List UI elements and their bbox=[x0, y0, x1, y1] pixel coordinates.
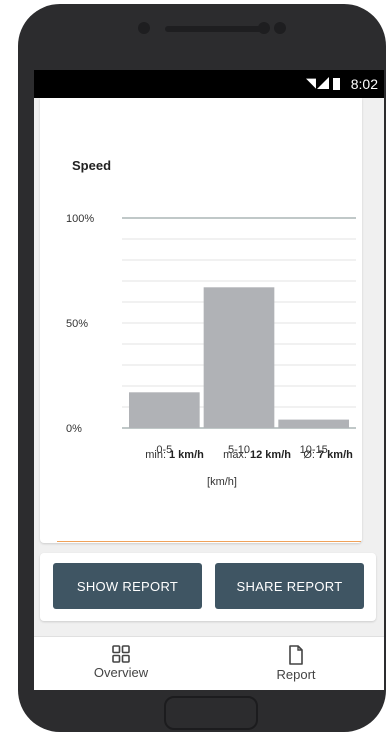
bar bbox=[278, 419, 349, 428]
bottom-nav: Overview Report bbox=[34, 636, 384, 690]
status-time: 8:02 bbox=[350, 76, 378, 92]
home-button[interactable] bbox=[164, 696, 258, 730]
signal-icon bbox=[317, 77, 329, 89]
actions-card: SHOW REPORT SHARE REPORT bbox=[40, 553, 376, 621]
document-icon bbox=[289, 645, 303, 665]
front-camera bbox=[138, 22, 150, 34]
speed-card: Speed 0% 50% 100% 0-5 5-10 10-15 min: 1 km/h… bbox=[40, 98, 362, 543]
battery-icon bbox=[333, 78, 340, 90]
sensor-2 bbox=[274, 22, 286, 34]
wifi-icon: ◥ bbox=[306, 75, 316, 90]
status-bar: ◥ 8:02 bbox=[34, 70, 384, 98]
grid-icon bbox=[112, 645, 130, 663]
speaker bbox=[165, 26, 265, 32]
stat-avg-value: 7 km/h bbox=[318, 449, 353, 461]
show-report-button[interactable]: SHOW REPORT bbox=[53, 563, 202, 609]
stat-max-label: max: bbox=[223, 449, 247, 461]
bar bbox=[203, 287, 275, 428]
sensor bbox=[258, 22, 270, 34]
nav-report[interactable]: Report bbox=[251, 645, 341, 682]
stat-avg-label: Ø: bbox=[303, 449, 315, 461]
screen: ◥ 8:02 Speed 0% 50% 100% 0-5 5-10 10-15 min:… bbox=[34, 70, 384, 690]
divider bbox=[57, 541, 361, 542]
unit-label: [km/h] bbox=[207, 476, 237, 488]
y-tick-label: 100% bbox=[66, 213, 94, 225]
nav-overview[interactable]: Overview bbox=[76, 645, 166, 680]
nav-report-label: Report bbox=[276, 667, 316, 682]
speed-chart: 0%50%100% 0-5 5-10 10-15 min: 1 km/h max: … bbox=[66, 213, 356, 488]
y-tick-label: 0% bbox=[66, 423, 82, 435]
stat-min-value: 1 km/h bbox=[169, 449, 204, 461]
bar bbox=[129, 392, 200, 428]
nav-overview-label: Overview bbox=[93, 665, 149, 680]
stat-max-value: 12 km/h bbox=[250, 449, 291, 461]
y-tick-label: 50% bbox=[66, 318, 88, 330]
stat-min-label: min: bbox=[145, 449, 166, 461]
share-report-button[interactable]: SHARE REPORT bbox=[215, 563, 364, 609]
